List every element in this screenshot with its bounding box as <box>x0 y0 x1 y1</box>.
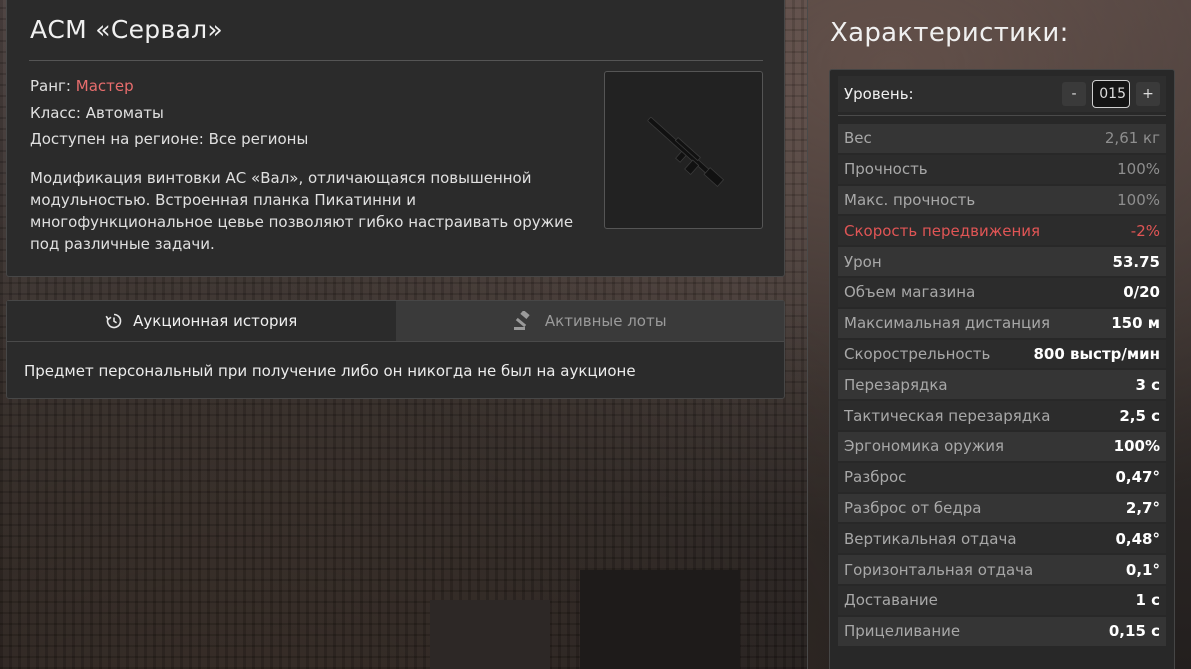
stat-label: Горизонтальная отдача <box>844 560 1034 579</box>
auction-message: Предмет персональный при получение либо … <box>24 362 636 380</box>
stat-label: Разброс от бедра <box>844 498 982 517</box>
stat-value: 800 выстр/мин <box>1033 344 1160 363</box>
stat-label: Объем магазина <box>844 283 976 302</box>
item-rank: Ранг: Мастер <box>30 77 134 95</box>
item-region: Доступен на регионе: Все регионы <box>30 130 308 148</box>
stat-row: Горизонтальная отдача 0,1° <box>838 555 1166 584</box>
rifle-icon <box>647 117 725 187</box>
auction-tabs: Аукционная история Активные лоты <box>7 301 784 341</box>
stat-row: Прицеливание 0,15 с <box>838 616 1166 646</box>
stat-row: Скорострельность 800 выстр/мин <box>838 339 1166 369</box>
stat-label: Скорость передвижения <box>844 221 1041 240</box>
stat-value: 3 с <box>1135 375 1160 394</box>
stat-label: Доставание <box>844 591 938 610</box>
level-input[interactable] <box>1092 80 1130 108</box>
level-row: Уровень: - + <box>838 76 1166 112</box>
stat-label: Прочность <box>844 160 928 179</box>
tab-auction-history-label: Аукционная история <box>133 312 298 330</box>
gavel-icon <box>513 311 530 330</box>
item-class: Класс: Автоматы <box>30 104 164 122</box>
level-decrease-button[interactable]: - <box>1062 82 1086 106</box>
tab-divider <box>7 341 784 342</box>
level-divider <box>838 115 1166 116</box>
stat-row: Доставание 1 с <box>838 585 1166 615</box>
level-label: Уровень: <box>844 85 914 103</box>
stat-value: 0,48° <box>1115 529 1160 548</box>
stat-value: 0,15 с <box>1108 622 1160 641</box>
stat-label: Тактическая перезарядка <box>844 406 1051 425</box>
stat-value: 2,5 с <box>1119 406 1160 425</box>
item-card: АСМ «Сервал» Ранг: Мастер Класс: Автомат… <box>6 0 785 277</box>
region-label: Доступен на регионе: <box>30 130 209 148</box>
stat-row: Прочность 100% <box>838 154 1166 184</box>
stat-row: Вертикальная отдача 0,48° <box>838 524 1166 554</box>
stat-label: Максимальная дистанция <box>844 314 1051 333</box>
background-building <box>430 600 550 669</box>
stat-label: Урон <box>844 252 882 271</box>
auction-panel: Аукционная история Активные лоты Предмет… <box>6 300 785 399</box>
stat-label: Перезарядка <box>844 375 948 394</box>
stat-value: 53.75 <box>1112 252 1160 271</box>
stat-label: Вертикальная отдача <box>844 529 1017 548</box>
item-title: АСМ «Сервал» <box>30 15 224 44</box>
rank-value: Мастер <box>75 77 134 95</box>
history-icon <box>105 313 122 329</box>
stat-row: Максимальная дистанция 150 м <box>838 308 1166 338</box>
stat-list: Вес 2,61 кг Прочность 100% Макс. прочность 10… <box>838 124 1166 648</box>
stat-label: Макс. прочность <box>844 190 976 209</box>
stat-row: Вес 2,61 кг <box>838 124 1166 153</box>
stat-value: 2,7° <box>1125 498 1160 517</box>
stat-value: 150 м <box>1111 314 1160 333</box>
stat-label: Разброс <box>844 468 907 487</box>
stat-row: Разброс от бедра 2,7° <box>838 493 1166 523</box>
level-controls: - + <box>1062 80 1160 108</box>
stat-row: Перезарядка 3 с <box>838 370 1166 400</box>
item-description: Модификация винтовки АС «Вал», отличающа… <box>30 169 574 253</box>
stat-value: 1 с <box>1135 591 1160 610</box>
level-increase-button[interactable]: + <box>1136 82 1160 106</box>
stat-row: Эргономика оружия 100% <box>838 431 1166 461</box>
stat-label: Вес <box>844 129 872 148</box>
stats-panel: Уровень: - + Вес2,61 кгПрочность100%Макс… <box>829 69 1175 669</box>
stat-row: Тактическая перезарядка 2,5 с <box>838 401 1166 430</box>
stat-value: 100% <box>1117 190 1160 209</box>
stat-label: Прицеливание <box>844 622 961 641</box>
tab-active-lots-label: Активные лоты <box>544 312 667 330</box>
rank-label: Ранг: <box>30 77 76 95</box>
stat-row: Скорость передвижения -2% <box>838 216 1166 246</box>
stat-value: 0/20 <box>1123 283 1160 302</box>
class-value: Автоматы <box>85 104 164 122</box>
class-label: Класс: <box>30 104 86 122</box>
stat-value: 0,1° <box>1125 560 1160 579</box>
stat-label: Скорострельность <box>844 344 991 363</box>
tab-active-lots[interactable]: Активные лоты <box>395 301 784 341</box>
stat-value: 100% <box>1117 160 1160 179</box>
region-value: Все регионы <box>208 130 309 148</box>
stat-row: Объем магазина 0/20 <box>838 277 1166 307</box>
stat-row: Разброс 0,47° <box>838 462 1166 492</box>
stat-row: Макс. прочность 100% <box>838 185 1166 215</box>
stat-value: 2,61 кг <box>1104 129 1160 148</box>
item-image <box>604 71 763 229</box>
stat-value: 0,47° <box>1115 468 1160 487</box>
tab-auction-history[interactable]: Аукционная история <box>7 301 396 341</box>
stat-row: Урон 53.75 <box>838 247 1166 276</box>
title-divider <box>29 60 763 61</box>
background-building <box>580 570 740 669</box>
panel-divider <box>807 0 808 669</box>
stat-value: 100% <box>1113 437 1160 456</box>
stat-value: -2% <box>1130 221 1160 240</box>
stat-label: Эргономика оружия <box>844 437 1004 456</box>
stats-title: Характеристики: <box>830 18 1069 48</box>
